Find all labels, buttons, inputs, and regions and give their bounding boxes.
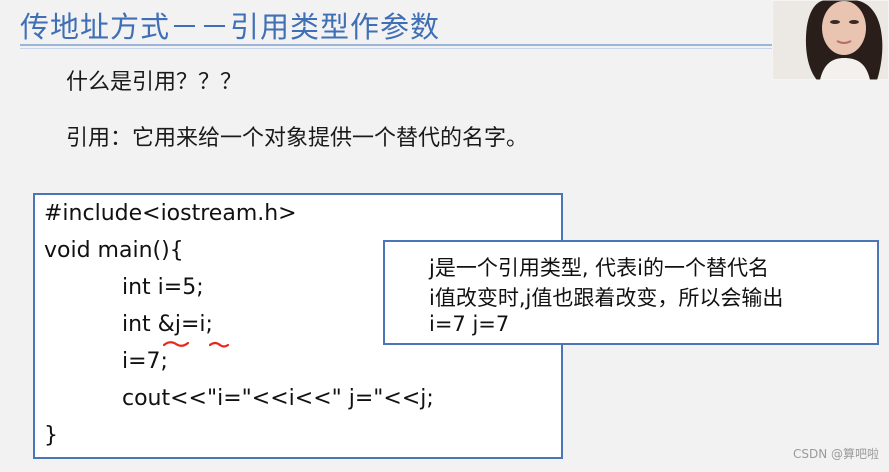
explanation-box: j是一个引用类型, 代表i的一个替代名 i值改变时,j值也跟着改变，所以会输出 …: [383, 240, 879, 345]
webcam-overlay: [772, 0, 889, 80]
red-underline-annotation: [209, 341, 229, 348]
question-text: 什么是引用？？？: [66, 70, 243, 95]
code-line: int &j=i;: [122, 312, 213, 337]
code-line: int i=5;: [122, 275, 204, 300]
presenter-video: [772, 0, 889, 80]
title-divider: [20, 44, 772, 46]
explanation-line: j是一个引用类型, 代表i的一个替代名: [429, 256, 770, 280]
code-line: #include<iostream.h>: [44, 201, 297, 226]
watermark: CSDN @算吧啦: [792, 447, 879, 461]
explanation-line: i=7 j=7: [429, 312, 510, 336]
slide-title: 传地址方式－－引用类型作参数: [20, 10, 441, 44]
title-divider-secondary: [20, 48, 772, 49]
code-line: void main(){: [44, 238, 184, 263]
code-line: i=7;: [122, 349, 168, 374]
explanation-line: i值改变时,j值也跟着改变，所以会输出: [429, 286, 784, 310]
definition-text: 引用：它用来给一个对象提供一个替代的名字。: [66, 126, 529, 151]
code-line: }: [44, 423, 58, 448]
code-line: cout<<"i="<<i<<" j="<<j;: [122, 386, 434, 411]
red-underline-annotation: [163, 341, 189, 347]
